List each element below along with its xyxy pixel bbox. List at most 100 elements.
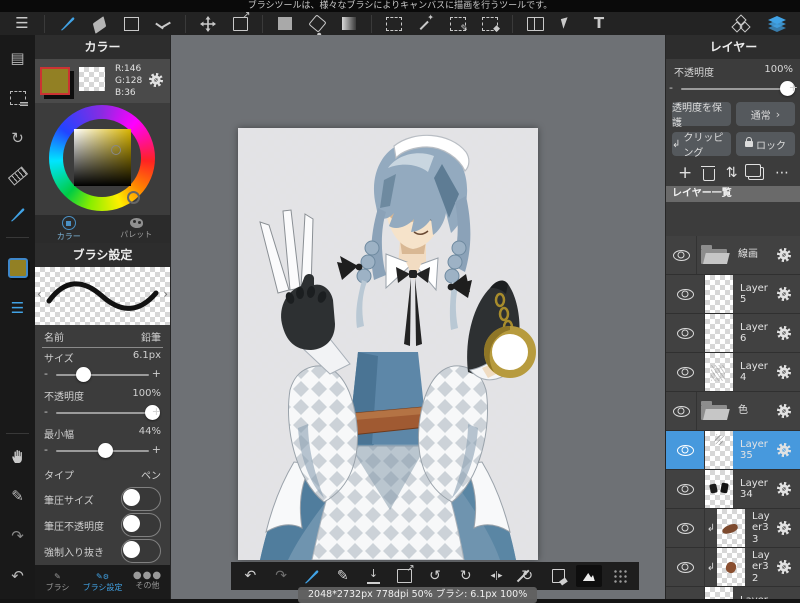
saturation-value-square[interactable] (74, 129, 131, 186)
gear-icon[interactable] (777, 248, 791, 262)
eye-icon[interactable] (676, 483, 694, 495)
size-minus[interactable]: - (44, 367, 48, 380)
tab-others[interactable]: ●●● その他 (125, 565, 170, 599)
rotate-icon[interactable]: ↻ (0, 123, 35, 153)
size-slider[interactable]: - + (44, 366, 161, 384)
layer-row-layer16[interactable]: Layer16 (666, 587, 800, 599)
canvas[interactable] (238, 128, 538, 560)
add-layer-button[interactable]: + (678, 163, 692, 183)
brush-preview[interactable]: ‹ › (35, 267, 170, 325)
layer-row-layer6[interactable]: Layer6 (666, 314, 800, 353)
size-plus[interactable]: + (152, 367, 161, 380)
export-button[interactable] (389, 563, 420, 588)
gear-icon[interactable] (777, 521, 791, 535)
polyline-tool-icon[interactable] (154, 15, 172, 33)
layer-opacity-plus[interactable]: + (789, 81, 798, 94)
pen-icon[interactable]: ✎ (327, 564, 358, 588)
rotate-ccw-button[interactable]: ↺ (420, 564, 451, 588)
eye-icon[interactable] (676, 522, 694, 534)
gradient-tool-icon[interactable] (340, 15, 358, 33)
layer-row-layer4[interactable]: Layer4 (666, 353, 800, 392)
select-pen-tool-icon[interactable]: ✎ (449, 15, 468, 33)
ruler-icon[interactable] (0, 161, 35, 191)
layer-row-layer33[interactable]: ↲ Layer33 (666, 509, 800, 548)
pressure-opacity-toggle[interactable] (121, 513, 161, 537)
hand-icon[interactable] (0, 441, 35, 471)
layer-opacity-slider[interactable]: - + (669, 80, 798, 98)
pressure-size-toggle[interactable] (121, 487, 161, 511)
minwidth-plus[interactable]: + (152, 443, 161, 456)
paint-icon[interactable] (0, 199, 35, 229)
layer-row-layer5[interactable]: Layer5 (666, 275, 800, 314)
layer-opacity-minus[interactable]: - (669, 81, 673, 94)
eye-icon[interactable] (676, 366, 694, 378)
brush-select-icon[interactable] (297, 564, 328, 588)
object-select-tool-icon[interactable] (558, 15, 576, 33)
gear-icon[interactable] (777, 404, 791, 418)
undo-icon[interactable]: ↶ (0, 561, 35, 591)
opacity-slider[interactable]: - + (44, 404, 161, 422)
gear-icon[interactable] (777, 443, 791, 457)
materials-icon[interactable] (731, 14, 751, 33)
undo-button[interactable]: ↶ (235, 564, 266, 588)
bucket-tool-icon[interactable] (307, 14, 327, 33)
layer-row-layer32[interactable]: ↲ Layer32 (666, 548, 800, 587)
brush-list-icon[interactable]: ☰ (0, 293, 35, 323)
image-preview-button[interactable] (573, 564, 604, 588)
tab-brush[interactable]: ✎ ブラシ (35, 565, 80, 599)
magic-wand-tool-icon[interactable] (417, 14, 435, 33)
eye-icon[interactable] (676, 444, 694, 456)
gear-icon[interactable] (777, 365, 791, 379)
workspace[interactable]: ↶ ↷ ✎ ↓ ↺ ↻ ◂|▸ ↻ 2048*2732px 778dpi 50%… (171, 35, 665, 603)
layer-row-senga[interactable]: 線画 (666, 236, 800, 275)
redo-button[interactable]: ↷ (266, 564, 297, 588)
eye-icon[interactable] (676, 327, 694, 339)
more-options-button[interactable]: ⋯ (775, 165, 789, 181)
layer-row-iro[interactable]: 色 (666, 392, 800, 431)
shape-tool-icon[interactable] (122, 15, 140, 33)
text-tool-icon[interactable]: T (590, 15, 608, 33)
brush-tool-icon[interactable] (58, 15, 76, 33)
layers-panel-icon[interactable] (768, 15, 786, 33)
eye-icon[interactable] (672, 249, 690, 261)
gear-icon[interactable] (777, 560, 791, 574)
menu-icon[interactable]: ☰ (13, 15, 31, 33)
transparent-color-swatch[interactable] (79, 67, 105, 91)
pages-icon[interactable]: ▤ (0, 43, 35, 73)
reorder-layers-button[interactable]: ⇅ (726, 165, 738, 181)
taper-toggle[interactable] (121, 539, 161, 563)
save-button[interactable]: ↓ (358, 564, 389, 588)
opacity-plus[interactable]: + (152, 405, 161, 418)
gear-icon[interactable] (777, 287, 791, 301)
split-view-tool-icon[interactable] (526, 15, 544, 33)
foreground-color-swatch[interactable] (40, 67, 70, 95)
select-list-icon[interactable] (0, 83, 35, 113)
transform-tool-icon[interactable] (231, 11, 251, 33)
move-tool-icon[interactable] (199, 15, 217, 33)
lock-button[interactable]: ロック (736, 132, 795, 156)
clipping-button[interactable]: ↲ クリッピング (672, 132, 731, 159)
delete-layer-button[interactable] (701, 165, 715, 181)
minwidth-slider[interactable]: - + (44, 442, 161, 460)
tab-color[interactable]: カラー (35, 215, 103, 243)
flip-horizontal-button[interactable]: ◂|▸ (481, 564, 512, 588)
clear-button[interactable] (543, 564, 574, 588)
duplicate-layer-button[interactable] (745, 163, 765, 180)
size-thumb[interactable] (75, 367, 91, 382)
brush-type-row[interactable]: タイプ ペン (35, 462, 170, 486)
eye-icon[interactable] (672, 405, 690, 417)
rotate-cw-button[interactable]: ↻ (450, 564, 481, 588)
deselect-pen-tool-icon[interactable]: ◆ (481, 15, 500, 33)
next-brush-arrow[interactable]: › (163, 287, 168, 301)
eye-icon[interactable] (676, 288, 694, 300)
prev-brush-arrow[interactable]: ‹ (37, 287, 42, 301)
opacity-minus[interactable]: - (44, 405, 48, 418)
reset-rotation-button[interactable]: ↻ (512, 564, 543, 588)
minwidth-thumb[interactable] (97, 443, 113, 458)
toolbar-drag-handle[interactable] (604, 564, 635, 588)
marquee-tool-icon[interactable] (385, 15, 403, 33)
protect-alpha-button[interactable]: 透明度を保護 (672, 102, 731, 129)
tab-brush-settings[interactable]: ✎⚙ ブラシ設定 (80, 565, 125, 599)
pen-icon[interactable]: ✎ (0, 481, 35, 511)
layer-row-layer35[interactable]: Layer35 (666, 431, 800, 470)
